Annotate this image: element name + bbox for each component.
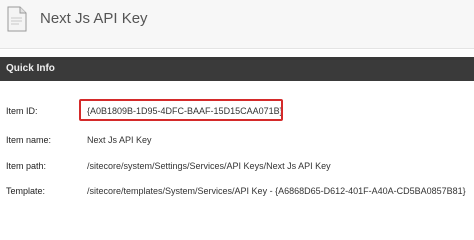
template-label: Template: (6, 186, 46, 196)
item-id-highlight (79, 99, 283, 121)
template-value[interactable]: /sitecore/templates/System/Services/API … (87, 185, 466, 197)
item-header: Next Js API Key (0, 0, 474, 49)
quick-info-section-header[interactable]: Quick Info (0, 57, 474, 81)
item-name-label: Item name: (6, 135, 52, 145)
section-title: Quick Info (6, 63, 55, 74)
item-path-label: Item path: (6, 161, 47, 171)
item-id-label: Item ID: (6, 106, 38, 116)
item-icon (7, 6, 27, 32)
item-name-value: Next Js API Key (87, 135, 152, 145)
item-path-value: /sitecore/system/Settings/Services/API K… (87, 161, 331, 171)
item-title: Next Js API Key (40, 10, 148, 27)
